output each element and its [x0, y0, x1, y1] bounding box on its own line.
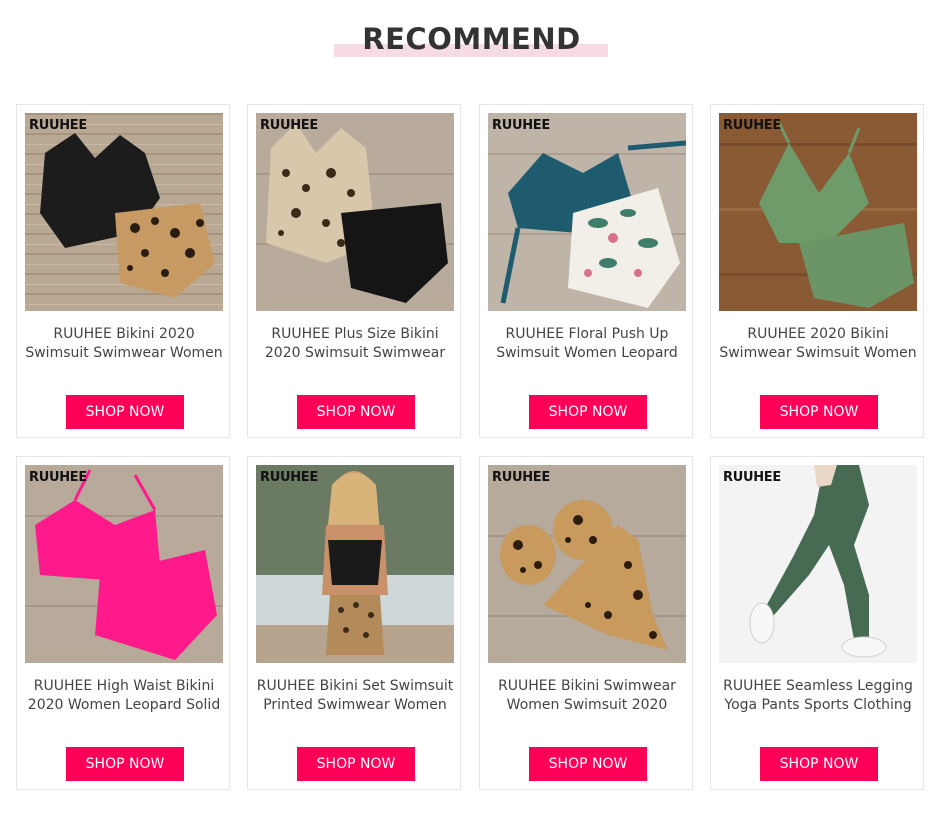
product-image[interactable]: RUUHEE	[719, 465, 917, 663]
shop-now-button[interactable]: SHOP NOW	[760, 395, 878, 429]
product-title[interactable]: RUUHEE Plus Size Bikini 2020 Swimsuit Sw…	[254, 325, 456, 363]
product-card[interactable]: RUUHEE RUUHEE 2020 Bikini Swimwear Swims…	[710, 104, 924, 438]
product-card[interactable]: RUUHEE RUUHEE Floral Push Up Swimsuit Wo…	[479, 104, 693, 438]
product-title[interactable]: RUUHEE Bikini 2020 Swimsuit Swimwear Wom…	[23, 325, 225, 363]
product-title[interactable]: RUUHEE 2020 Bikini Swimwear Swimsuit Wom…	[717, 325, 919, 363]
brand-watermark: RUUHEE	[29, 470, 87, 485]
product-image[interactable]: RUUHEE	[256, 113, 454, 311]
brand-watermark: RUUHEE	[492, 470, 550, 485]
product-image[interactable]: RUUHEE	[488, 465, 686, 663]
section-header: RECOMMEND	[0, 18, 943, 68]
brand-watermark: RUUHEE	[29, 118, 87, 133]
product-card[interactable]: RUUHEE RUUHEE Bikini 2020 Swimsuit Swimw…	[16, 104, 230, 438]
brand-watermark: RUUHEE	[260, 470, 318, 485]
product-card[interactable]: RUUHEE RUUHEE Bikini Swimwear Women Swim…	[479, 456, 693, 790]
product-image[interactable]: RUUHEE	[719, 113, 917, 311]
shop-now-button[interactable]: SHOP NOW	[529, 395, 647, 429]
product-title[interactable]: RUUHEE Bikini Set Swimsuit Printed Swimw…	[254, 677, 456, 715]
shop-now-button[interactable]: SHOP NOW	[66, 395, 184, 429]
shop-now-button[interactable]: SHOP NOW	[529, 747, 647, 781]
shop-now-button[interactable]: SHOP NOW	[297, 395, 415, 429]
brand-watermark: RUUHEE	[260, 118, 318, 133]
shop-now-button[interactable]: SHOP NOW	[760, 747, 878, 781]
product-card[interactable]: RUUHEE RUUHEE Plus Size Bikini 2020 Swim…	[247, 104, 461, 438]
product-card[interactable]: RUUHEE RUUHEE High Waist Bikini 2020 Wom…	[16, 456, 230, 790]
product-title[interactable]: RUUHEE Bikini Swimwear Women Swimsuit 20…	[486, 677, 688, 715]
shop-now-button[interactable]: SHOP NOW	[66, 747, 184, 781]
brand-watermark: RUUHEE	[492, 118, 550, 133]
product-card[interactable]: RUUHEE RUUHEE Bikini Set Swimsuit Printe…	[247, 456, 461, 790]
section-title: RECOMMEND	[362, 22, 581, 56]
product-image[interactable]: RUUHEE	[488, 113, 686, 311]
shop-now-button[interactable]: SHOP NOW	[297, 747, 415, 781]
brand-watermark: RUUHEE	[723, 470, 781, 485]
brand-watermark: RUUHEE	[723, 118, 781, 133]
product-image[interactable]: RUUHEE	[256, 465, 454, 663]
product-title[interactable]: RUUHEE High Waist Bikini 2020 Women Leop…	[23, 677, 225, 715]
product-image[interactable]: RUUHEE	[25, 113, 223, 311]
product-image[interactable]: RUUHEE	[25, 465, 223, 663]
product-card[interactable]: RUUHEE RUUHEE Seamless Legging Yoga Pant…	[710, 456, 924, 790]
product-title[interactable]: RUUHEE Seamless Legging Yoga Pants Sport…	[717, 677, 919, 715]
product-title[interactable]: RUUHEE Floral Push Up Swimsuit Women Leo…	[486, 325, 688, 363]
